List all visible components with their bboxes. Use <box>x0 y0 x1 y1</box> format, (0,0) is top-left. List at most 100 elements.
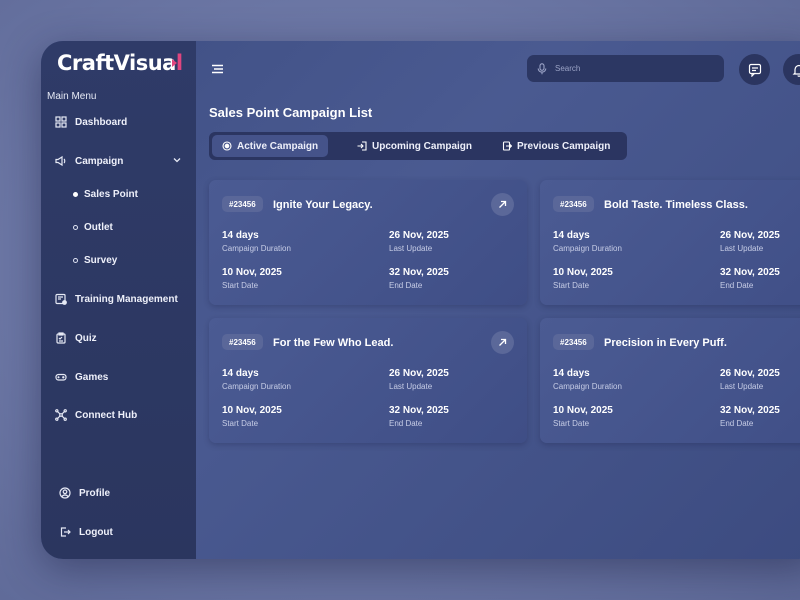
sidebar-item-games[interactable]: Games <box>55 369 108 385</box>
metric-label: End Date <box>389 281 423 290</box>
metric-label: Last Update <box>720 244 764 253</box>
tab-previous-campaign[interactable]: Previous Campaign <box>502 135 610 157</box>
dot-icon <box>73 258 78 263</box>
last-update: 26 Nov, 2025 Last Update <box>389 368 449 391</box>
open-campaign-button[interactable] <box>491 193 514 216</box>
sidebar-item-dashboard[interactable]: Dashboard <box>55 114 127 130</box>
campaign-id-badge: #23456 <box>553 196 594 212</box>
message-icon <box>748 63 761 77</box>
metric-value: 32 Nov, 2025 <box>389 267 449 278</box>
sidebar-item-label: Quiz <box>75 332 97 344</box>
logout-icon <box>60 527 71 537</box>
last-update: 26 Nov, 2025 Last Update <box>720 230 780 253</box>
open-campaign-button[interactable] <box>491 331 514 354</box>
metric-value: 32 Nov, 2025 <box>720 267 780 278</box>
tab-label: Active Campaign <box>237 140 319 152</box>
metric-label: Campaign Duration <box>553 382 622 391</box>
page-title: Sales Point Campaign List <box>209 105 373 120</box>
metric-value: 10 Nov, 2025 <box>222 405 282 416</box>
sidebar: CraftVisual Main Menu Dashboard Campaign… <box>41 41 196 559</box>
metric-value: 10 Nov, 2025 <box>222 267 282 278</box>
metric-value: 26 Nov, 2025 <box>720 368 780 379</box>
sidebar-item-profile[interactable]: Profile <box>59 485 110 501</box>
campaign-title: Precision in Every Puff. <box>604 337 727 349</box>
gamepad-icon <box>55 373 67 381</box>
metric-value: 14 days <box>553 230 590 241</box>
active-dot-icon <box>73 192 78 197</box>
metric-value: 26 Nov, 2025 <box>389 230 449 241</box>
sidebar-item-quiz[interactable]: Quiz <box>55 330 97 346</box>
sidebar-subitem-survey[interactable]: Survey <box>73 255 117 266</box>
tab-label: Upcoming Campaign <box>372 140 473 152</box>
start-date: 10 Nov, 2025 Start Date <box>553 267 613 290</box>
menu-heading: Main Menu <box>47 91 97 102</box>
start-date: 10 Nov, 2025 Start Date <box>553 405 613 428</box>
campaign-card[interactable]: #23456 Bold Taste. Timeless Class. 14 da… <box>540 180 800 305</box>
network-icon <box>55 409 67 421</box>
campaign-duration: 14 days Campaign Duration <box>553 368 622 391</box>
start-date: 10 Nov, 2025 Start Date <box>222 267 282 290</box>
search-bar[interactable]: Search <box>527 55 724 82</box>
menu-toggle-icon[interactable] <box>211 64 224 74</box>
sidebar-item-connect-hub[interactable]: Connect Hub <box>55 407 137 423</box>
microphone-icon[interactable] <box>537 62 547 75</box>
sidebar-item-campaign[interactable]: Campaign <box>55 153 123 169</box>
campaign-id-badge: #23456 <box>222 196 263 212</box>
sidebar-item-logout[interactable]: Logout <box>59 524 113 540</box>
metric-label: End Date <box>720 281 754 290</box>
messages-button[interactable] <box>739 54 770 85</box>
tab-label: Previous Campaign <box>517 140 611 152</box>
brand-name-main: CraftVisua <box>57 51 176 75</box>
campaign-title: Ignite Your Legacy. <box>273 199 373 211</box>
logo-arrow-icon <box>172 59 177 67</box>
metric-label: Last Update <box>389 382 433 391</box>
notifications-button[interactable] <box>783 54 800 85</box>
megaphone-icon <box>55 155 66 167</box>
tab-upcoming-campaign[interactable]: Upcoming Campaign <box>357 135 472 157</box>
sidebar-subitem-sales-point[interactable]: Sales Point <box>73 189 138 200</box>
enter-icon <box>357 141 367 151</box>
metric-value: 26 Nov, 2025 <box>389 368 449 379</box>
arrow-up-right-icon <box>499 200 507 208</box>
campaign-id-badge: #23456 <box>222 334 263 350</box>
metric-value: 10 Nov, 2025 <box>553 267 613 278</box>
metric-value: 32 Nov, 2025 <box>389 405 449 416</box>
chevron-down-icon[interactable] <box>173 156 181 164</box>
training-icon <box>55 293 67 305</box>
history-icon <box>502 141 512 151</box>
start-date: 10 Nov, 2025 Start Date <box>222 405 282 428</box>
metric-label: End Date <box>720 419 754 428</box>
brand-logo[interactable]: CraftVisual <box>57 51 183 75</box>
clipboard-icon <box>56 332 66 344</box>
end-date: 32 Nov, 2025 End Date <box>720 267 780 290</box>
campaign-duration: 14 days Campaign Duration <box>222 368 291 391</box>
metric-label: Start Date <box>553 419 590 428</box>
metric-label: Start Date <box>222 281 259 290</box>
subitem-label: Survey <box>84 255 118 266</box>
sidebar-item-training[interactable]: Training Management <box>55 291 178 307</box>
metric-label: Campaign Duration <box>553 244 622 253</box>
metric-label: Campaign Duration <box>222 244 291 253</box>
sidebar-item-label: Logout <box>79 526 113 538</box>
metric-value: 14 days <box>553 368 590 379</box>
subitem-label: Sales Point <box>84 189 138 200</box>
metric-value: 14 days <box>222 230 259 241</box>
target-icon <box>222 141 232 151</box>
subitem-label: Outlet <box>84 222 113 233</box>
metric-label: Last Update <box>720 382 764 391</box>
campaign-card[interactable]: #23456 Precision in Every Puff. 14 days … <box>540 318 800 443</box>
user-icon <box>59 487 71 499</box>
campaign-card[interactable]: #23456 Ignite Your Legacy. 14 days Campa… <box>209 180 527 305</box>
metric-label: Last Update <box>389 244 433 253</box>
dot-icon <box>73 225 78 230</box>
arrow-up-right-icon <box>499 338 507 346</box>
campaign-title: Bold Taste. Timeless Class. <box>604 199 748 211</box>
sidebar-item-label: Profile <box>79 487 111 499</box>
campaign-duration: 14 days Campaign Duration <box>222 230 291 253</box>
search-input[interactable]: Search <box>555 64 580 73</box>
campaign-card[interactable]: #23456 For the Few Who Lead. 14 days Cam… <box>209 318 527 443</box>
campaign-title: For the Few Who Lead. <box>273 337 394 349</box>
sidebar-subitem-outlet[interactable]: Outlet <box>73 222 113 233</box>
metric-value: 10 Nov, 2025 <box>553 405 613 416</box>
tab-active-campaign[interactable]: Active Campaign <box>212 135 329 157</box>
